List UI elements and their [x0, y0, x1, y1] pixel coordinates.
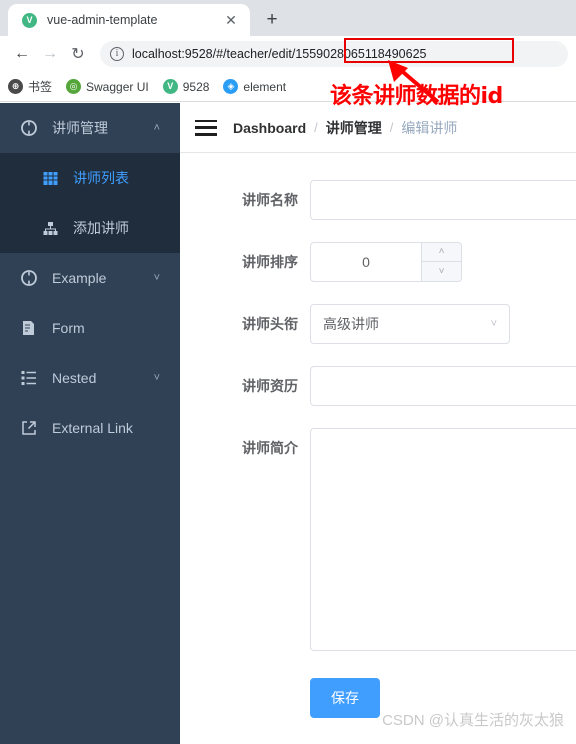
chevron-down-icon: ˅ — [153, 371, 160, 384]
bookmark-label: Swagger UI — [86, 79, 149, 94]
sidebar-subitem-label: 讲师列表 — [73, 170, 129, 186]
sidebar: 讲师管理 ˄ 讲师列表 添加讲师 Example ˅ Form Nested ˅… — [0, 103, 180, 744]
sidebar-subitem-label: 添加讲师 — [73, 220, 129, 236]
sidebar-item-nested[interactable]: Nested ˅ — [0, 353, 180, 403]
url-teacher-id: 1559028065118490625 — [295, 47, 427, 61]
sidebar-item-example[interactable]: Example ˅ — [0, 253, 180, 303]
vue-favicon-icon: V — [22, 12, 37, 28]
bookmark-label: element — [243, 79, 287, 94]
component-circle-icon — [20, 119, 38, 137]
form-row-teacher-name: 讲师名称 — [180, 180, 576, 220]
form-row-teacher-intro: 讲师简介 — [180, 428, 576, 656]
breadcrumb: Dashboard / 讲师管理 / 编辑讲师 — [233, 118, 457, 138]
external-link-icon — [20, 419, 38, 437]
field-teacher-title: 高级讲师 ˅ — [310, 304, 576, 344]
teacher-sort-stepper[interactable]: 0 ˄ ˅ — [310, 242, 462, 282]
label-teacher-name: 讲师名称 — [242, 192, 298, 208]
field-teacher-sort: 0 ˄ ˅ — [310, 242, 576, 282]
save-button[interactable]: 保存 — [310, 678, 380, 718]
tab-strip: V vue-admin-template ✕ + — [0, 0, 576, 36]
component-circle-icon — [20, 269, 38, 287]
hamburger-menu-icon[interactable] — [195, 119, 217, 136]
url-text: localhost:9528/#/teacher/edit/1559028065… — [132, 47, 426, 61]
chevron-up-icon: ˄ — [153, 121, 160, 134]
sidebar-submenu-teacher: 讲师列表 添加讲师 — [0, 153, 180, 253]
sidebar-item-teacher-management[interactable]: 讲师管理 ˄ — [0, 103, 180, 153]
url-prefix: localhost:9528/#/teacher/edit/ — [132, 47, 296, 61]
sidebar-item-label: Example — [52, 270, 107, 286]
teacher-qualification-input[interactable] — [310, 366, 576, 406]
sidebar-item-external-link[interactable]: External Link — [0, 403, 180, 453]
field-teacher-qualification — [310, 366, 576, 406]
bookmark-swagger-icon: ◎ — [66, 79, 82, 94]
breadcrumb-teacher-management[interactable]: 讲师管理 — [326, 118, 382, 138]
site-info-icon[interactable]: i — [110, 47, 124, 61]
teacher-sort-value[interactable]: 0 — [311, 243, 421, 281]
form-document-icon — [20, 319, 38, 337]
bookmark-item[interactable]: ◎ Swagger UI — [66, 79, 149, 94]
teacher-title-value: 高级讲师 — [323, 316, 379, 332]
breadcrumb-edit-teacher: 编辑讲师 — [401, 119, 458, 136]
table-grid-icon — [42, 170, 59, 187]
sidebar-item-label: External Link — [52, 420, 133, 436]
sidebar-item-form[interactable]: Form — [0, 303, 180, 353]
sidebar-item-label: Nested — [52, 370, 97, 386]
breadcrumb-separator: / — [314, 120, 318, 135]
forward-icon[interactable]: → — [36, 40, 64, 68]
top-navbar: Dashboard / 讲师管理 / 编辑讲师 — [180, 103, 576, 153]
sidebar-item-label: 讲师管理 — [52, 120, 108, 136]
browser-window: V vue-admin-template ✕ + ← → ↻ i localho… — [0, 0, 576, 744]
sidebar-item-label: Form — [52, 320, 85, 336]
back-icon[interactable]: ← — [8, 40, 36, 68]
bookmark-label: 书签 — [28, 80, 53, 94]
annotation-text: 该条讲师数据的id — [330, 84, 503, 109]
bookmark-vue-icon: V — [162, 79, 178, 94]
app-container: 讲师管理 ˄ 讲师列表 添加讲师 Example ˅ Form Nested ˅… — [0, 103, 576, 744]
bookmark-item[interactable]: ⊕ 书签 — [8, 78, 52, 95]
chevron-down-icon: ˅ — [153, 271, 160, 284]
label-teacher-intro: 讲师简介 — [242, 440, 298, 456]
teacher-title-select[interactable]: 高级讲师 ˅ — [310, 304, 510, 344]
label-teacher-title: 讲师头衔 — [242, 316, 298, 332]
label-teacher-sort: 讲师排序 — [242, 254, 298, 270]
stepper-buttons: ˄ ˅ — [421, 243, 461, 281]
stepper-increment-icon[interactable]: ˄ — [422, 243, 461, 262]
sidebar-item-add-teacher[interactable]: 添加讲师 — [0, 203, 180, 253]
chevron-down-icon: ˅ — [490, 317, 497, 330]
sidebar-item-teacher-list[interactable]: 讲师列表 — [0, 153, 180, 203]
field-teacher-name — [310, 180, 576, 220]
form-row-teacher-qualification: 讲师资历 — [180, 366, 576, 406]
bookmark-item[interactable]: ◈ element — [223, 79, 286, 94]
teacher-name-input[interactable] — [310, 180, 576, 220]
stepper-decrement-icon[interactable]: ˅ — [422, 262, 461, 281]
form-row-teacher-title: 讲师头衔 高级讲师 ˅ — [180, 304, 576, 344]
teacher-edit-form: 讲师名称 讲师排序 0 ˄ ˅ 讲师头衔 高级讲师 ˅ 讲师资历 讲师简介 保存 — [180, 153, 576, 718]
main-content: Dashboard / 讲师管理 / 编辑讲师 讲师名称 讲师排序 0 ˄ ˅ … — [180, 103, 576, 744]
bookmark-label: 9528 — [182, 79, 210, 94]
reload-icon[interactable]: ↻ — [64, 40, 92, 68]
teacher-intro-textarea[interactable] — [310, 428, 576, 651]
breadcrumb-dashboard[interactable]: Dashboard — [233, 120, 306, 136]
breadcrumb-separator: / — [389, 120, 394, 135]
bookmark-element-icon: ◈ — [223, 79, 239, 94]
new-tab-button[interactable]: + — [258, 5, 286, 33]
list-nested-icon — [20, 369, 38, 387]
browser-toolbar: ← → ↻ i localhost:9528/#/teacher/edit/15… — [0, 36, 576, 72]
label-teacher-qualification: 讲师资历 — [242, 378, 298, 394]
address-bar[interactable]: i localhost:9528/#/teacher/edit/15590280… — [100, 41, 568, 67]
form-row-teacher-sort: 讲师排序 0 ˄ ˅ — [180, 242, 576, 282]
bookmark-item[interactable]: V 9528 — [162, 79, 210, 94]
tab-title: vue-admin-template — [47, 13, 158, 27]
watermark: CSDN @认真生活的灰太狼 — [382, 712, 564, 729]
bookmark-globe-icon: ⊕ — [8, 79, 23, 94]
field-teacher-intro — [310, 428, 576, 656]
browser-tab[interactable]: V vue-admin-template ✕ — [8, 4, 250, 36]
close-tab-icon[interactable]: ✕ — [222, 11, 240, 29]
tree-hierarchy-icon — [42, 220, 59, 237]
